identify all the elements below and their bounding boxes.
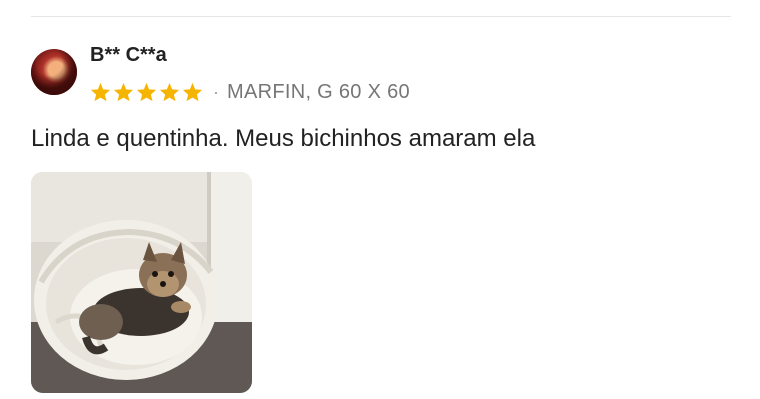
- separator-dot: ·: [213, 81, 219, 102]
- star-icon: [182, 82, 203, 102]
- star-rating: [90, 82, 203, 102]
- star-icon: [136, 82, 157, 102]
- review-text: Linda e quentinha. Meus bichinhos amaram…: [31, 125, 536, 152]
- review-photo-image: [31, 172, 252, 393]
- star-icon: [113, 82, 134, 102]
- review-photo[interactable]: [31, 172, 252, 393]
- star-icon: [90, 82, 111, 102]
- user-avatar[interactable]: [31, 49, 77, 95]
- product-variant: MARFIN, G 60 X 60: [227, 80, 410, 103]
- star-icon: [159, 82, 180, 102]
- reviewer-name: B** C**a: [90, 44, 167, 66]
- avatar-image: [31, 49, 77, 95]
- top-divider: [31, 16, 731, 17]
- review-meta: · MARFIN, G 60 X 60: [90, 78, 410, 106]
